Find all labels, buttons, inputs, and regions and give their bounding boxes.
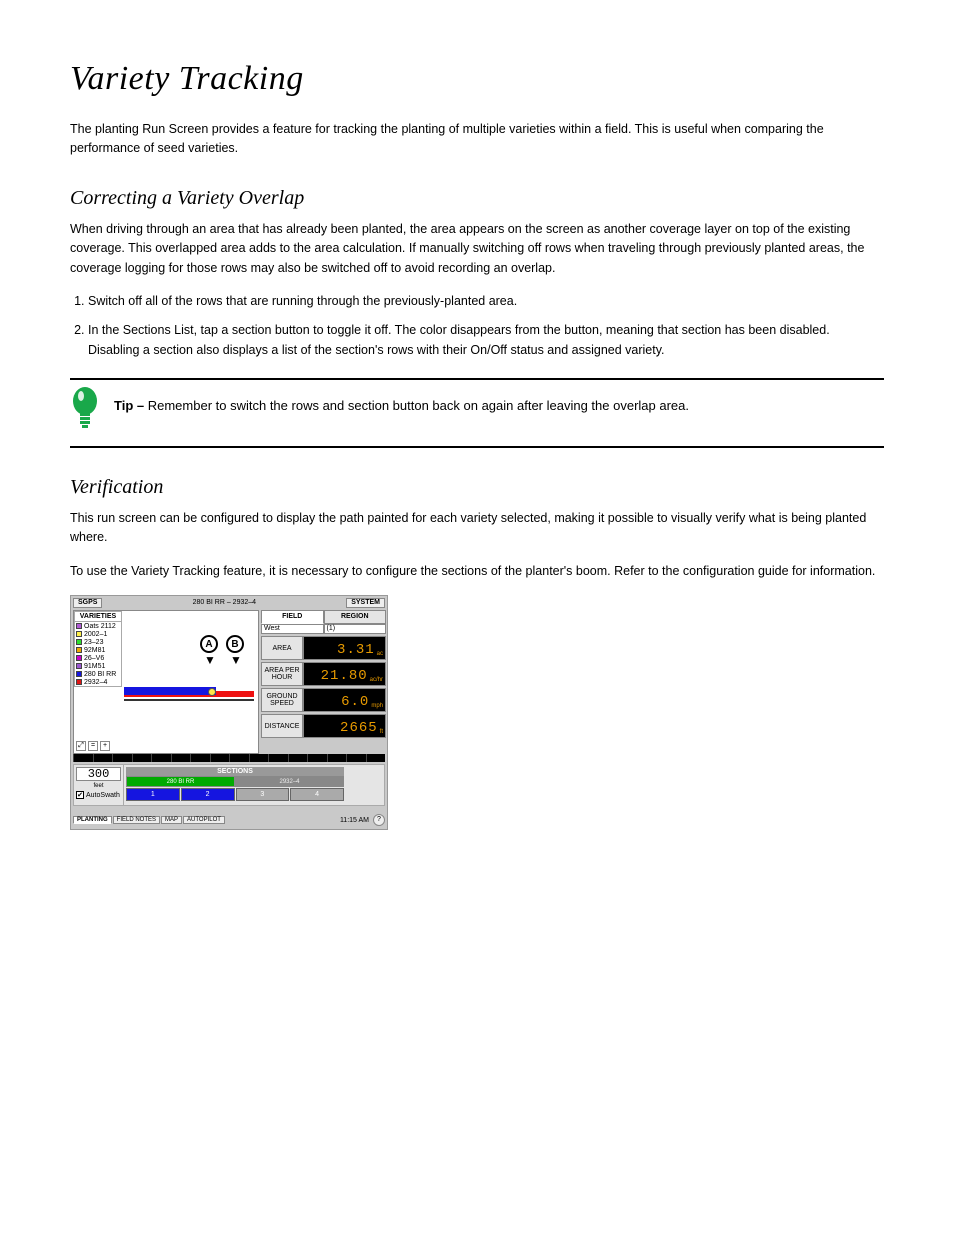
gauge-unit: ft (380, 729, 383, 736)
bottom-tab[interactable]: MAP (161, 816, 182, 824)
region-id: (1) (324, 624, 387, 634)
section-variety-cell: 2932–4 (235, 776, 344, 787)
intro-paragraph: The planting Run Screen provides a featu… (70, 120, 884, 159)
variety-swatch (76, 679, 82, 685)
run-screen-figure: SGPS 280 BI RR – 2932–4 SYSTEM VARIETIES… (70, 595, 388, 830)
variety-swatch (76, 631, 82, 637)
variety-row[interactable]: 26–V6 (75, 654, 121, 662)
zoom-out-button[interactable]: ⤢ (76, 741, 86, 751)
clock: 11:15 AM (340, 817, 369, 824)
section-toggle-button[interactable]: 3 (236, 788, 290, 801)
verify-paragraph-1: This run screen can be configured to dis… (70, 509, 884, 548)
scale-unit: feet (74, 783, 123, 789)
varieties-header: VARIETIES (75, 612, 121, 622)
tip-callout: Tip – Remember to switch the rows and se… (70, 378, 884, 448)
variety-row[interactable]: Oats 2112 (75, 622, 121, 630)
gauge-label: AREA (261, 636, 303, 660)
section-toggle-button[interactable]: 4 (290, 788, 344, 801)
variety-swatch (76, 671, 82, 677)
sections-header: SECTIONS (126, 767, 344, 776)
sgps-button[interactable]: SGPS (73, 598, 102, 608)
steps-list: Switch off all of the rows that are runn… (88, 292, 884, 360)
gauge-value: 6.0 (341, 694, 369, 710)
autoswath-label: AutoSwath (86, 792, 120, 799)
variety-label: 2932–4 (84, 679, 107, 686)
gauge-unit: ac/hr (370, 677, 383, 684)
variety-row[interactable]: 23–23 (75, 638, 121, 646)
section-indicator-strip (73, 754, 385, 762)
bottom-tab[interactable]: AUTOPILOT (183, 816, 225, 824)
gauge-label: AREA PER HOUR (261, 662, 303, 686)
tab-field[interactable]: FIELD (261, 610, 324, 624)
gauge-row: GROUND SPEED6.0mph (261, 688, 386, 712)
scale-readout: 300 (76, 767, 121, 781)
varieties-panel: VARIETIES Oats 21122002–123–2392M8126–V6… (74, 611, 122, 687)
gauge-value: 3.31 (337, 642, 375, 658)
gauge-value: 2665 (340, 720, 378, 736)
gauge-unit: mph (371, 703, 383, 710)
title-bar: 280 BI RR – 2932–4 (102, 598, 346, 608)
section-toggle-button[interactable]: 1 (126, 788, 180, 801)
gauge-display: 2665ft (303, 714, 386, 738)
gauge-row: DISTANCE2665ft (261, 714, 386, 738)
help-button[interactable]: ? (373, 814, 385, 826)
marker-b: B ▼ (226, 635, 244, 667)
variety-swatch (76, 647, 82, 653)
variety-row[interactable]: 2932–4 (75, 678, 121, 686)
coverage-track (124, 683, 254, 703)
gauge-unit: ac (377, 651, 383, 658)
gauge-value: 21.80 (321, 668, 368, 684)
lightbulb-icon (70, 386, 100, 436)
variety-row[interactable]: 280 BI RR (75, 670, 121, 678)
variety-swatch (76, 655, 82, 661)
gauge-display: 3.31ac (303, 636, 386, 660)
tip-text: Remember to switch the rows and section … (148, 398, 689, 413)
autoswath-checkbox[interactable]: ✔ (76, 791, 84, 799)
system-button[interactable]: SYSTEM (346, 598, 385, 608)
variety-label: 280 BI RR (84, 671, 116, 678)
variety-swatch (76, 639, 82, 645)
tab-region[interactable]: REGION (324, 610, 387, 624)
tip-label: Tip – (114, 398, 144, 413)
field-name: West (261, 624, 324, 634)
heading-verification: Verification (70, 476, 884, 499)
variety-label: 23–23 (84, 639, 103, 646)
gauge-row: AREA3.31ac (261, 636, 386, 660)
variety-label: 91M51 (84, 663, 105, 670)
bottom-tab[interactable]: FIELD NOTES (113, 816, 160, 824)
heading-correct-overlap: Correcting a Variety Overlap (70, 187, 884, 210)
variety-label: 26–V6 (84, 655, 104, 662)
step-2: In the Sections List, tap a section butt… (88, 321, 884, 360)
marker-a: A ▼ (200, 635, 218, 667)
variety-swatch (76, 623, 82, 629)
bottom-tab[interactable]: PLANTING (73, 816, 112, 824)
section-toggle-button[interactable]: 2 (181, 788, 235, 801)
variety-swatch (76, 663, 82, 669)
variety-label: 92M81 (84, 647, 105, 654)
variety-row[interactable]: 92M81 (75, 646, 121, 654)
gauge-display: 6.0mph (303, 688, 386, 712)
variety-row[interactable]: 2002–1 (75, 630, 121, 638)
map-canvas[interactable]: VARIETIES Oats 21122002–123–2392M8126–V6… (73, 610, 259, 754)
zoom-mode: = (88, 741, 98, 751)
gauge-display: 21.80ac/hr (303, 662, 386, 686)
step-1: Switch off all of the rows that are runn… (88, 292, 884, 311)
variety-label: Oats 2112 (84, 623, 116, 630)
gauge-label: GROUND SPEED (261, 688, 303, 712)
variety-row[interactable]: 91M51 (75, 662, 121, 670)
verify-paragraph-2: To use the Variety Tracking feature, it … (70, 562, 884, 581)
variety-label: 2002–1 (84, 631, 107, 638)
gauge-row: AREA PER HOUR21.80ac/hr (261, 662, 386, 686)
heading-variety-tracking: Variety Tracking (70, 60, 884, 98)
section-variety-cell: 280 BI RR (126, 776, 235, 787)
overlap-paragraph: When driving through an area that has al… (70, 220, 884, 278)
zoom-in-button[interactable]: + (100, 741, 110, 751)
gauge-label: DISTANCE (261, 714, 303, 738)
